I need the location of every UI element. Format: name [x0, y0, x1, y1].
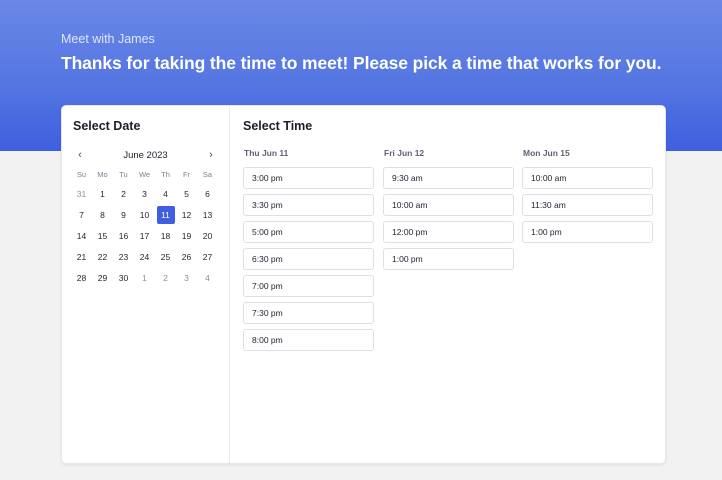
time-slot-button[interactable]: 8:00 pm: [243, 329, 374, 351]
time-slot-button[interactable]: 1:00 pm: [383, 248, 514, 270]
calendar-day[interactable]: 15: [94, 227, 112, 245]
calendar-day[interactable]: 8: [94, 206, 112, 224]
weekday-header: Su: [76, 169, 87, 179]
calendar-day[interactable]: 3: [178, 269, 196, 287]
day-column: Thu Jun 11 3:00 pm 3:30 pm 5:00 pm 6:30 pm 7:…: [243, 148, 374, 356]
time-slot-button[interactable]: 9:30 am: [383, 167, 514, 189]
select-time-title: Select Time: [243, 119, 313, 133]
weekday-header: Mo: [97, 169, 108, 179]
calendar-grid: Su Mo Tu We Th Fr Sa 31 1 2 3 4 5 6 7 8 9 10 11 12 13 14 15 16 1…: [71, 166, 219, 287]
calendar-day[interactable]: 14: [73, 227, 91, 245]
time-slot-button[interactable]: 3:00 pm: [243, 167, 374, 189]
meeting-host-label: Meet with James: [61, 32, 155, 46]
time-slot-button[interactable]: 5:00 pm: [243, 221, 374, 243]
calendar-day[interactable]: 26: [178, 248, 196, 266]
calendar-day[interactable]: 10: [136, 206, 154, 224]
calendar-day[interactable]: 7: [73, 206, 91, 224]
weekday-header: Fr: [182, 169, 191, 179]
calendar-day[interactable]: 3: [136, 185, 154, 203]
calendar-day[interactable]: 9: [115, 206, 133, 224]
calendar-day[interactable]: 28: [73, 269, 91, 287]
calendar-day[interactable]: 22: [94, 248, 112, 266]
time-slot-button[interactable]: 12:00 pm: [383, 221, 514, 243]
calendar-day[interactable]: 4: [157, 185, 175, 203]
day-column: Fri Jun 12 9:30 am 10:00 am 12:00 pm 1:00 pm: [383, 148, 514, 275]
month-navigation: ‹ June 2023 ›: [73, 147, 218, 163]
calendar-day[interactable]: 17: [136, 227, 154, 245]
day-column-header: Fri Jun 12: [384, 148, 425, 158]
chevron-right-icon[interactable]: ›: [204, 148, 218, 162]
calendar-day[interactable]: 30: [115, 269, 133, 287]
calendar-day[interactable]: 2: [157, 269, 175, 287]
time-slot-button[interactable]: 6:30 pm: [243, 248, 374, 270]
calendar-day[interactable]: 16: [115, 227, 133, 245]
calendar-day[interactable]: 25: [157, 248, 175, 266]
calendar-day[interactable]: 31: [73, 185, 91, 203]
weekday-header: We: [138, 169, 151, 179]
weekday-header: Th: [161, 169, 170, 179]
calendar-day[interactable]: 13: [199, 206, 217, 224]
calendar-day[interactable]: 1: [94, 185, 112, 203]
time-slot-button[interactable]: 10:00 am: [383, 194, 514, 216]
calendar-day[interactable]: 11: [156, 206, 175, 224]
time-slot-button[interactable]: 3:30 pm: [243, 194, 374, 216]
weekday-header: Tu: [119, 169, 128, 179]
time-slot-button[interactable]: 7:30 pm: [243, 302, 374, 324]
calendar-day[interactable]: 19: [178, 227, 196, 245]
calendar-day[interactable]: 6: [199, 185, 217, 203]
calendar-day[interactable]: 1: [136, 269, 154, 287]
time-slot-button[interactable]: 7:00 pm: [243, 275, 374, 297]
calendar-day[interactable]: 29: [94, 269, 112, 287]
calendar-day[interactable]: 5: [178, 185, 196, 203]
time-slot-button[interactable]: 1:00 pm: [522, 221, 653, 243]
calendar-day[interactable]: 12: [178, 206, 196, 224]
day-column-header: Thu Jun 11: [244, 148, 289, 158]
time-slot-button[interactable]: 11:30 am: [522, 194, 653, 216]
calendar-day[interactable]: 21: [73, 248, 91, 266]
weekday-header: Sa: [202, 169, 213, 179]
calendar-day[interactable]: 27: [199, 248, 217, 266]
calendar-day[interactable]: 23: [115, 248, 133, 266]
select-date-title: Select Date: [73, 119, 141, 133]
calendar-day[interactable]: 24: [136, 248, 154, 266]
day-column: Mon Jun 15 10:00 am 11:30 am 1:00 pm: [522, 148, 653, 248]
calendar-day[interactable]: 2: [115, 185, 133, 203]
time-panel: Select Time Thu Jun 11 3:00 pm 3:30 pm 5:00…: [230, 106, 665, 463]
chevron-left-icon[interactable]: ‹: [73, 148, 87, 162]
calendar-day[interactable]: 20: [199, 227, 217, 245]
day-column-header: Mon Jun 15: [523, 148, 570, 158]
month-label: June 2023: [123, 149, 168, 161]
time-slot-button[interactable]: 10:00 am: [522, 167, 653, 189]
date-panel: Select Date ‹ June 2023 › Su Mo Tu We Th Fr Sa…: [62, 106, 230, 463]
scheduler-card: Select Date ‹ June 2023 › Su Mo Tu We Th Fr Sa…: [61, 105, 666, 464]
page-title: Thanks for taking the time to meet! Plea…: [61, 53, 662, 73]
calendar-day[interactable]: 18: [157, 227, 175, 245]
calendar-day[interactable]: 4: [199, 269, 217, 287]
